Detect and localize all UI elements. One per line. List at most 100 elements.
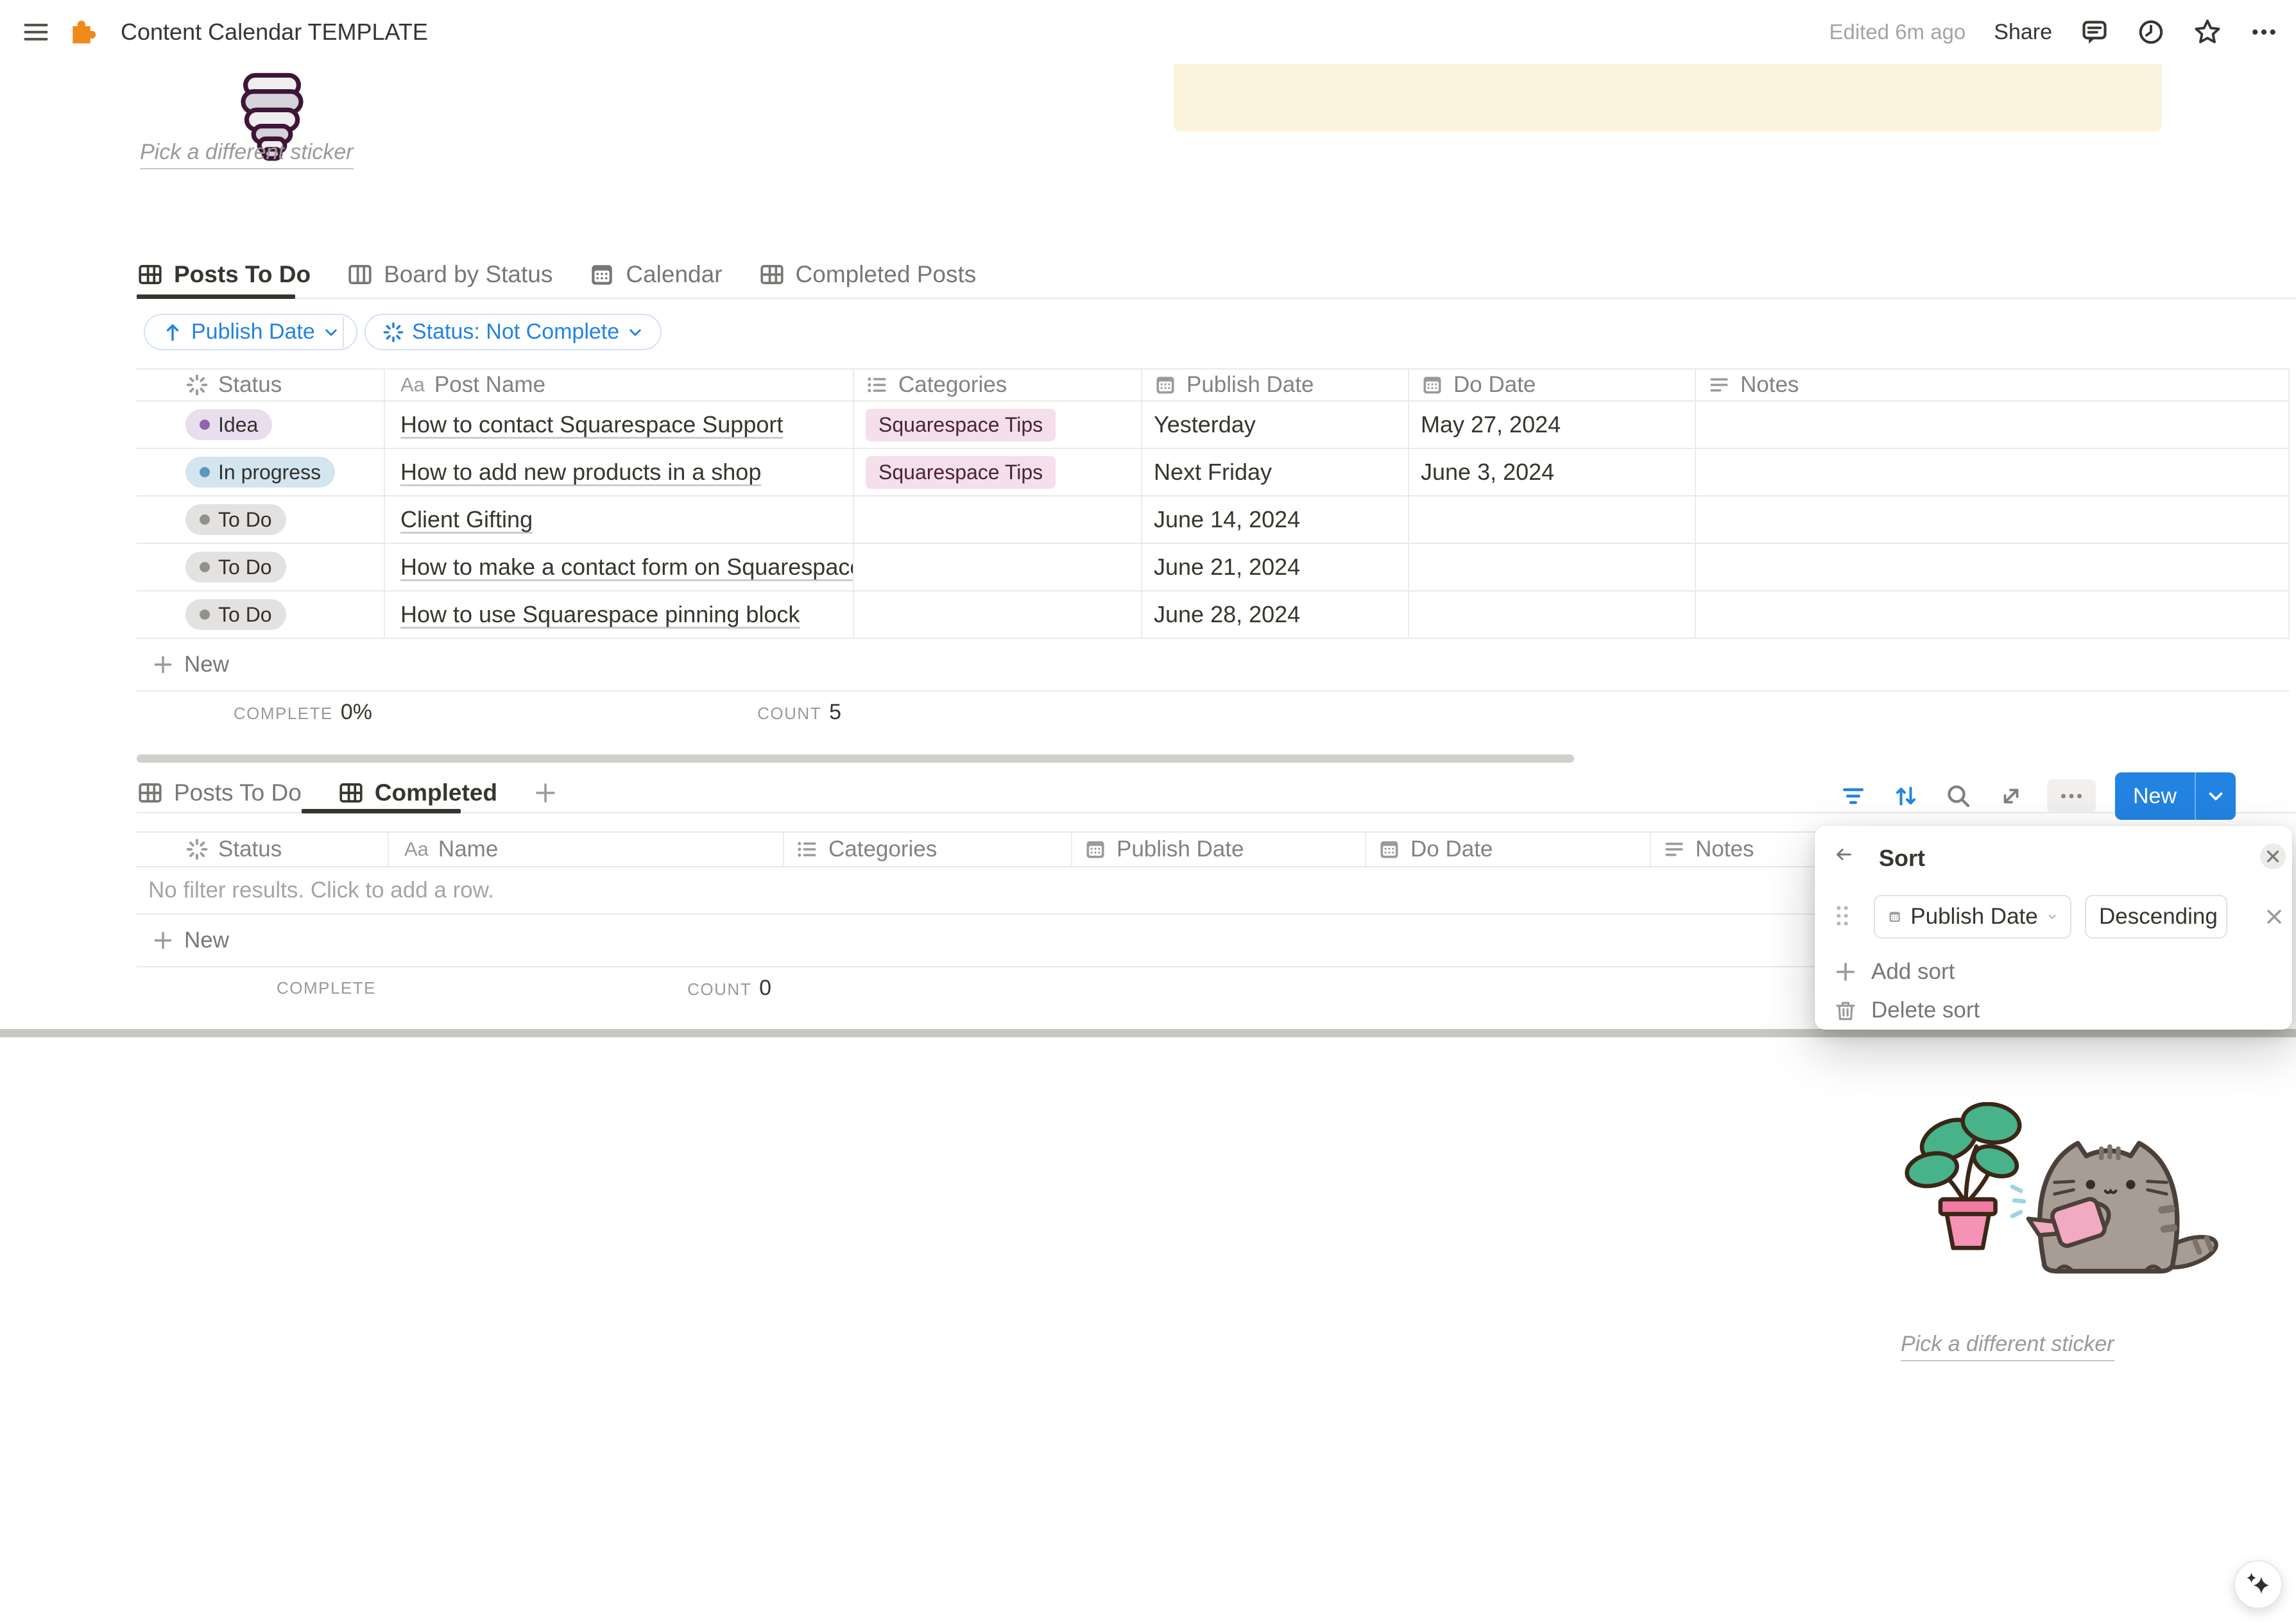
category-tag: Squarespace Tips	[866, 409, 1056, 441]
complete-calc[interactable]: COMPLETE 0%	[137, 700, 385, 725]
do-date-cell[interactable]	[1409, 544, 1696, 590]
delete-sort-button[interactable]: Delete sort	[1834, 998, 1980, 1023]
status-cell[interactable]: In progress	[137, 449, 385, 495]
pick-sticker-link-top[interactable]: Pick a different sticker	[140, 140, 354, 169]
status-cell[interactable]: To Do	[137, 591, 385, 638]
post-name-cell[interactable]: How to contact Squarespace Support	[385, 402, 854, 448]
text-type-icon: Aa	[404, 838, 429, 861]
column-header-status[interactable]: Status	[137, 833, 389, 866]
do-date-cell[interactable]	[1409, 497, 1696, 543]
sidebar-menu-button[interactable]	[22, 18, 50, 46]
column-header-status[interactable]: Status	[137, 370, 385, 400]
page-puzzle-icon	[68, 18, 96, 46]
new-button[interactable]: New	[2115, 772, 2195, 820]
pick-sticker-link-bottom[interactable]: Pick a different sticker	[1901, 1332, 2114, 1361]
column-header-do-date[interactable]: Do Date	[1409, 370, 1696, 400]
add-sort-button[interactable]: Add sort	[1834, 959, 1955, 985]
post-name-cell[interactable]: How to use Squarespace pinning block	[385, 591, 854, 638]
notes-cell[interactable]	[1696, 449, 2290, 495]
do-date-cell[interactable]: June 3, 2024	[1409, 449, 1696, 495]
top-bar: Content Calendar TEMPLATE Edited 6m ago …	[0, 0, 2296, 64]
column-header-notes[interactable]: Notes	[1696, 370, 2290, 400]
notes-cell[interactable]	[1696, 591, 2290, 638]
table-row[interactable]: Idea How to contact Squarespace Support …	[137, 402, 2290, 449]
drag-handle[interactable]	[1834, 904, 1851, 930]
horizontal-scrollbar-2[interactable]	[0, 1029, 2296, 1037]
table1-header-row: Status Aa Post Name Categories Publish D…	[137, 368, 2290, 402]
status-cell[interactable]: Idea	[137, 402, 385, 448]
multiselect-icon	[866, 373, 889, 396]
do-date-cell[interactable]: May 27, 2024	[1409, 402, 1696, 448]
sort-button[interactable]	[1889, 779, 1923, 813]
post-name-cell[interactable]: How to make a contact form on Squarespac…	[385, 544, 854, 590]
do-date-cell[interactable]	[1409, 591, 1696, 638]
status-badge: Idea	[185, 409, 272, 440]
column-header-publish-date[interactable]: Publish Date	[1142, 370, 1409, 400]
close-button[interactable]	[2260, 844, 2286, 869]
tab2-completed[interactable]: Completed	[338, 779, 497, 806]
ai-assistant-button[interactable]	[2234, 1560, 2283, 1609]
tab-posts-to-do[interactable]: Posts To Do	[137, 261, 311, 288]
table-row[interactable]: To Do Client Gifting June 14, 2024	[137, 497, 2290, 544]
complete-calc[interactable]: COMPLETE	[137, 978, 389, 998]
publish-date-cell[interactable]: June 28, 2024	[1142, 591, 1409, 638]
notes-cell[interactable]	[1696, 497, 2290, 543]
sort-direction-select[interactable]: Descending	[2085, 895, 2227, 939]
sort-field-select[interactable]: Publish Date	[1874, 895, 2071, 939]
clock-icon	[2137, 18, 2165, 46]
publish-date-cell[interactable]: Next Friday	[1142, 449, 1409, 495]
table-row[interactable]: In progress How to add new products in a…	[137, 449, 2290, 497]
search-button[interactable]	[1942, 779, 1975, 813]
column-header-categories[interactable]: Categories	[854, 370, 1142, 400]
horizontal-scrollbar-1[interactable]	[137, 754, 1574, 763]
expand-button[interactable]	[1994, 779, 2028, 813]
history-button[interactable]	[2137, 18, 2165, 46]
table-row[interactable]: To Do How to use Squarespace pinning blo…	[137, 591, 2290, 639]
count-calc[interactable]: COUNT 0	[389, 976, 784, 1001]
notes-cell[interactable]	[1696, 544, 2290, 590]
publish-date-cell[interactable]: June 21, 2024	[1142, 544, 1409, 590]
favorite-button[interactable]	[2193, 18, 2222, 46]
status-cell[interactable]: To Do	[137, 544, 385, 590]
back-button[interactable]	[1834, 845, 1860, 871]
categories-cell[interactable]: Squarespace Tips	[854, 449, 1142, 495]
post-name-cell[interactable]: Client Gifting	[385, 497, 854, 543]
column-header-do-date[interactable]: Do Date	[1366, 833, 1651, 866]
status-cell[interactable]: To Do	[137, 497, 385, 543]
column-header-categories[interactable]: Categories	[784, 833, 1072, 866]
more-menu-button[interactable]	[2250, 18, 2278, 46]
share-button[interactable]: Share	[1994, 20, 2052, 45]
count-calc[interactable]: COUNT 5	[385, 700, 854, 725]
new-button-dropdown[interactable]	[2195, 772, 2236, 820]
view-options-button[interactable]	[2047, 779, 2096, 813]
status-spinner-icon	[185, 838, 209, 861]
tab-board-by-status[interactable]: Board by Status	[347, 261, 553, 288]
text-lines-icon	[1708, 373, 1731, 396]
column-header-name[interactable]: Aa Name	[389, 833, 784, 866]
filter-chip-status[interactable]: Status: Not Complete	[364, 314, 662, 350]
tab-calendar[interactable]: Calendar	[588, 261, 722, 288]
add-row-button[interactable]: New	[137, 639, 2290, 692]
filter-button[interactable]	[1837, 779, 1870, 813]
categories-cell[interactable]: Squarespace Tips	[854, 402, 1142, 448]
callout-block[interactable]	[1174, 61, 2162, 132]
categories-cell[interactable]	[854, 544, 1142, 590]
categories-cell[interactable]	[854, 497, 1142, 543]
status-badge: To Do	[185, 599, 286, 630]
categories-cell[interactable]	[854, 591, 1142, 638]
table-row[interactable]: To Do How to make a contact form on Squa…	[137, 544, 2290, 591]
add-view-button[interactable]	[533, 781, 558, 805]
publish-date-cell[interactable]: June 14, 2024	[1142, 497, 1409, 543]
remove-sort-rule-button[interactable]	[2263, 905, 2286, 928]
column-header-publish-date[interactable]: Publish Date	[1072, 833, 1366, 866]
sort-chip-publish-date[interactable]: Publish Date	[144, 314, 357, 350]
table-view-icon	[338, 779, 364, 806]
column-header-post-name[interactable]: Aa Post Name	[385, 370, 854, 400]
publish-date-cell[interactable]: Yesterday	[1142, 402, 1409, 448]
comments-button[interactable]	[2080, 18, 2109, 46]
star-icon	[2193, 18, 2222, 46]
post-name-cell[interactable]: How to add new products in a shop	[385, 449, 854, 495]
tab2-posts-to-do[interactable]: Posts To Do	[137, 779, 302, 806]
notes-cell[interactable]	[1696, 402, 2290, 448]
tab-completed-posts[interactable]: Completed Posts	[758, 261, 977, 288]
